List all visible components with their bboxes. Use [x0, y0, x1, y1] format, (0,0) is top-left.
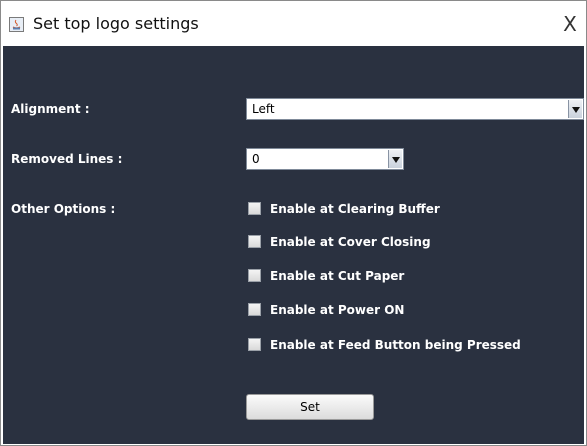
checkbox-label: Enable at Cover Closing: [270, 235, 431, 249]
title-bar: Set top logo settings X: [1, 1, 586, 45]
checkbox-label: Enable at Power ON: [270, 303, 405, 317]
alignment-label: Alignment :: [11, 102, 90, 116]
dialog-window: Set top logo settings X Alignment : Left…: [0, 0, 587, 446]
other-options-label: Other Options :: [11, 202, 116, 216]
settings-panel: Alignment : Left Removed Lines : 0 Other…: [3, 46, 584, 444]
java-app-icon: [9, 17, 24, 32]
checkbox-label: Enable at Feed Button being Pressed: [270, 338, 521, 352]
close-icon[interactable]: X: [556, 11, 584, 37]
chevron-down-icon: [392, 157, 400, 163]
checkbox[interactable]: [248, 269, 261, 282]
alignment-selected-value: Left: [252, 102, 275, 116]
removed-lines-dropdown-arrow[interactable]: [388, 150, 402, 168]
alignment-select[interactable]: Left: [246, 98, 584, 120]
checkbox-label: Enable at Clearing Buffer: [270, 202, 440, 216]
checkbox[interactable]: [248, 303, 261, 316]
checkbox[interactable]: [248, 202, 261, 215]
checkbox[interactable]: [248, 235, 261, 248]
removed-lines-label: Removed Lines :: [11, 152, 123, 166]
window-title: Set top logo settings: [33, 14, 199, 33]
removed-lines-select[interactable]: 0: [246, 148, 404, 170]
alignment-dropdown-arrow[interactable]: [568, 100, 582, 118]
chevron-down-icon: [572, 107, 580, 113]
removed-lines-selected-value: 0: [252, 152, 260, 166]
checkbox-label: Enable at Cut Paper: [270, 269, 405, 283]
checkbox[interactable]: [248, 338, 261, 351]
set-button[interactable]: Set: [246, 394, 374, 420]
